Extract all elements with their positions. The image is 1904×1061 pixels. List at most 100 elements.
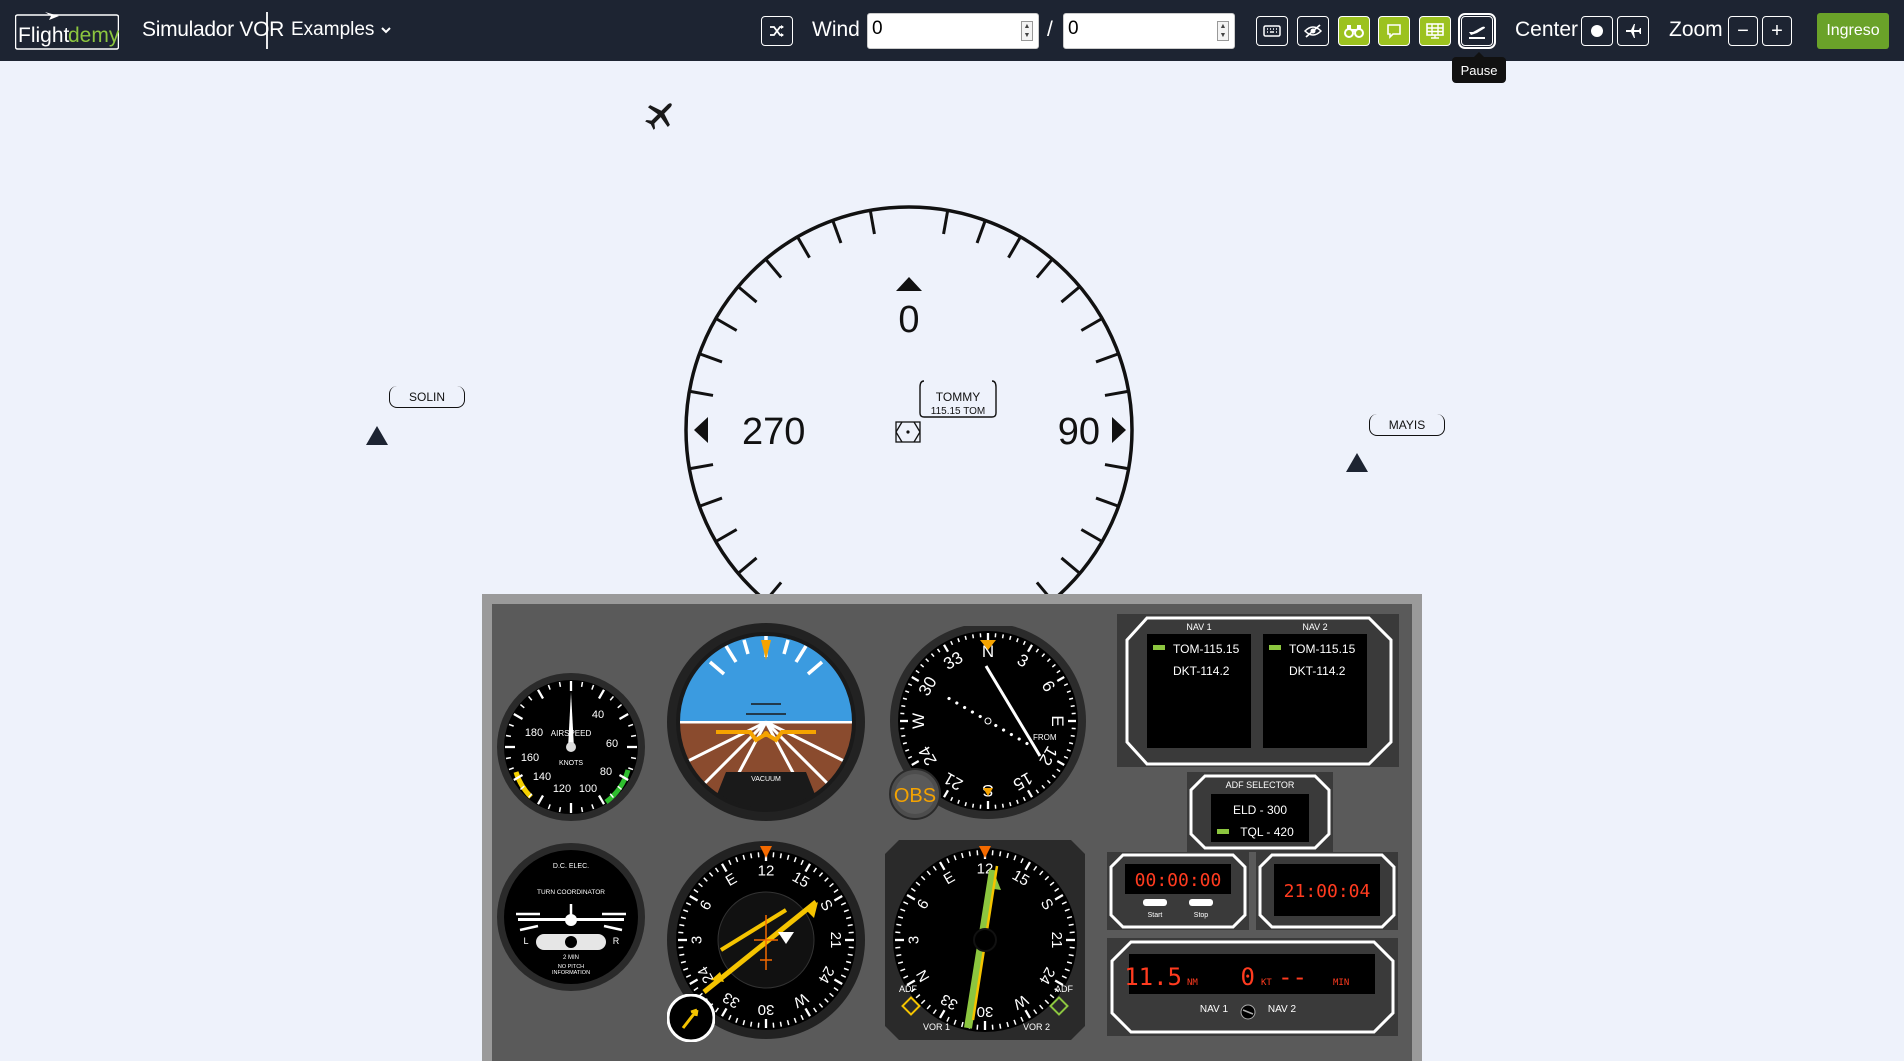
circle-icon [1591, 25, 1603, 37]
dial-tick [1068, 923, 1074, 926]
wind-speed-input[interactable]: 0 ▲ ▼ [1063, 13, 1235, 49]
wind-speed-stepper[interactable]: ▲ ▼ [1217, 21, 1229, 41]
shuffle-icon [770, 25, 784, 37]
dial-label: W [909, 713, 928, 729]
keyboard-button[interactable] [1256, 16, 1288, 46]
pause-button[interactable] [1458, 13, 1496, 49]
login-button[interactable]: Ingreso [1817, 13, 1889, 49]
nav1-title: NAV 1 [1186, 622, 1211, 632]
waypoint-label-mayis[interactable]: MAYIS [1369, 414, 1445, 436]
dial-tick [580, 806, 584, 813]
clock-display: 21:00:04 [1284, 881, 1371, 902]
adf-selector-title: ADF SELECTOR [1226, 780, 1295, 790]
heading-knob[interactable] [667, 994, 715, 1042]
vor-station-icon[interactable] [895, 421, 921, 443]
examples-dropdown[interactable]: Examples [291, 19, 392, 41]
dme-panel: 11.5 NM 0 KT -- MIN NAV 1 NAV 2 [1107, 938, 1398, 1036]
grid-icon [1426, 23, 1444, 39]
nav2-title: NAV 2 [1302, 622, 1327, 632]
center-station-button[interactable] [1581, 16, 1613, 46]
dial-tick [505, 756, 512, 760]
dial-tick [715, 528, 738, 543]
binoculars-icon [1344, 25, 1364, 38]
dial-label: 30 [977, 1003, 994, 1020]
center-plane-button[interactable] [1617, 16, 1649, 46]
dial-tick [1001, 634, 1005, 639]
comment-icon [1387, 24, 1401, 39]
rmi-vor-right: VOR 2 [1023, 1022, 1050, 1032]
adf-option-selected[interactable]: TQL - 420 [1240, 825, 1294, 839]
dial-tick [971, 803, 975, 808]
dial-tick [896, 923, 902, 926]
wind-direction-value: 0 [872, 18, 883, 39]
tc-note: INFORMATION [552, 970, 590, 976]
asi-tick-label: 100 [579, 783, 597, 795]
center-label: Center [1515, 18, 1579, 41]
dial-tick [689, 389, 714, 397]
east-marker-icon [1112, 417, 1126, 443]
dme-distance: 11.5 [1124, 963, 1182, 991]
shuffle-button[interactable] [761, 16, 793, 46]
timer-stop-label: Stop [1194, 912, 1209, 919]
dial-tick [1104, 389, 1129, 397]
dme-speed-unit: KT [1261, 978, 1272, 988]
attitude-indicator: VACUUM [667, 623, 865, 821]
wind-direction-input[interactable]: 0 ▲ ▼ [867, 13, 1039, 49]
keyboard-icon [1263, 25, 1281, 37]
dial-tick [737, 556, 758, 575]
timer-panel: 00:00:00 Start Stop [1107, 852, 1249, 930]
dial-tick [580, 681, 584, 688]
timer-stop-button[interactable] [1189, 899, 1213, 906]
plane-icon [1626, 24, 1641, 38]
flightdemy-logo[interactable]: Flight demy [14, 12, 120, 50]
zoom-in-button[interactable]: + [1762, 16, 1792, 46]
dial-label: 12 [758, 862, 775, 879]
dial-tick [715, 317, 738, 332]
tc-elec-label: D.C. ELEC. [553, 863, 589, 870]
dial-label: 21 [1048, 932, 1065, 949]
wind-direction-stepper[interactable]: ▲ ▼ [1021, 21, 1033, 41]
waypoint-name: SOLIN [408, 389, 445, 404]
tc-right-label: R [613, 936, 620, 946]
grid-button[interactable] [1419, 16, 1451, 46]
dial-tick [1095, 352, 1120, 364]
compass-label-east: 90 [1058, 411, 1100, 453]
binoculars-button[interactable] [1338, 16, 1370, 46]
divider [266, 12, 268, 49]
dial-label: E [1048, 715, 1067, 726]
dme-source-knob[interactable] [1240, 1004, 1256, 1020]
tc-min-label: 2 MIN [563, 955, 579, 961]
nav2-active-freq: TOM-115.15 [1289, 642, 1356, 656]
adf-option[interactable]: ELD - 300 [1233, 803, 1287, 817]
west-marker-icon [694, 417, 708, 443]
dial-tick [779, 1021, 783, 1027]
zoom-out-button[interactable]: − [1728, 16, 1758, 46]
station-name: TOMMY [936, 390, 980, 404]
waypoint-mayis-icon[interactable] [1346, 453, 1368, 472]
obs-knob[interactable]: OBS [889, 768, 941, 820]
zoom-label: Zoom [1669, 18, 1723, 41]
dial-tick [831, 219, 843, 244]
airplane-icon[interactable] [640, 95, 680, 135]
compass-label-west: 270 [742, 411, 805, 453]
adf-selector-panel: ADF SELECTOR ELD - 300 TQL - 420 [1187, 772, 1333, 852]
attitude-vacuum-label: VACUUM [751, 776, 781, 783]
dme-speed: 0 [1241, 963, 1255, 991]
asi-tick-label: 120 [553, 783, 571, 795]
dial-tick [901, 704, 906, 708]
dial-tick [558, 681, 562, 688]
timer-start-button[interactable] [1143, 899, 1167, 906]
clock-panel: 21:00:04 [1256, 852, 1398, 930]
tc-left-label: L [523, 936, 528, 946]
station-label-tommy[interactable]: TOMMY 115.15 TOM [919, 379, 997, 418]
dial-tick [896, 954, 902, 957]
dial-tick [902, 697, 908, 700]
dme-time-unit: MIN [1333, 978, 1349, 988]
comment-button[interactable] [1378, 16, 1410, 46]
wind-separator: / [1047, 18, 1053, 41]
dial-tick [749, 853, 753, 859]
waypoint-label-solin[interactable]: SOLIN [389, 386, 465, 408]
plane-departure-icon [1469, 26, 1485, 39]
hide-button[interactable] [1297, 16, 1329, 46]
waypoint-solin-icon[interactable] [366, 426, 388, 445]
